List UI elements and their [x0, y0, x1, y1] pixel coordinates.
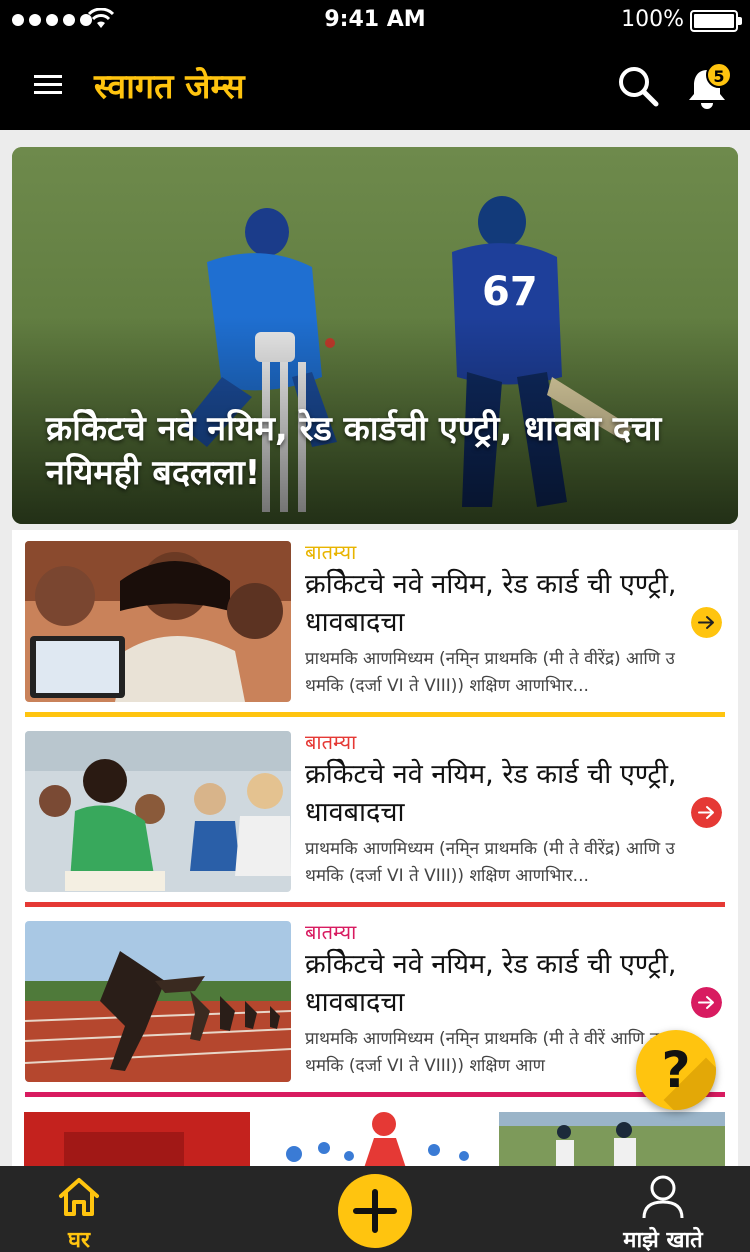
card-divider: [25, 712, 725, 717]
next-articles-preview[interactable]: [24, 1112, 725, 1168]
article-category: बातम्या: [305, 730, 357, 754]
battery-percent: 100%: [621, 7, 684, 32]
home-icon: [59, 1178, 99, 1216]
arrow-right-icon[interactable]: [691, 987, 722, 1018]
article-thumbnail: [25, 731, 291, 892]
arrow-right-icon[interactable]: [691, 607, 722, 638]
tab-account[interactable]: माझे खाते: [598, 1172, 728, 1252]
card-divider: [25, 902, 725, 907]
article-description: प्राथमकि आणमिध्यम (नमि्न प्राथमकि (मी ते…: [305, 1029, 660, 1076]
app-header: स्वागत जेम्स 5: [0, 42, 750, 130]
card-divider: [25, 1092, 725, 1097]
tab-home[interactable]: घर: [44, 1172, 114, 1252]
status-bar: 9:41 AM 100%: [0, 0, 750, 42]
bottom-tab-bar: घर माझे खाते: [0, 1166, 750, 1252]
tab-home-label: घर: [67, 1228, 90, 1252]
plus-icon: [353, 1189, 397, 1233]
list-item[interactable]: बातम्या क्रकिेटचे नवे नयिम, रेड कार्ड ची…: [12, 530, 738, 720]
battery-icon: [690, 10, 738, 32]
search-icon[interactable]: [616, 64, 660, 108]
article-headline: क्रकिेटचे नवे नयिम, रेड कार्ड ची एण्ट्री…: [305, 569, 677, 638]
hero-card[interactable]: 67 क्रकिेटचे नवे नयिम, रेड कार्डची एण्ट्…: [12, 147, 738, 524]
list-item[interactable]: बातम्या क्रकिेटचे नवे नयिम, रेड कार्ड ची…: [12, 720, 738, 910]
help-button[interactable]: ?: [636, 1030, 716, 1110]
hero-headline: क्रकिेटचे नवे नयिम, रेड कार्डची एण्ट्री,…: [46, 409, 662, 493]
article-category: बातम्या: [305, 540, 357, 564]
notification-badge: 5: [706, 62, 732, 88]
article-description: प्राथमकि आणमिध्यम (नमि्न प्राथमकि (मी ते…: [305, 839, 675, 886]
article-headline: क्रकिेटचे नवे नयिम, रेड कार्ड ची एण्ट्री…: [305, 759, 677, 828]
list-item[interactable]: बातम्या क्रकिेटचे नवे नयिम, रेड कार्ड ची…: [12, 910, 738, 1100]
arrow-right-icon[interactable]: [691, 797, 722, 828]
page-title: स्वागत जेम्स: [94, 67, 245, 107]
article-description: प्राथमकि आणमिध्यम (नमि्न प्राथमकि (मी ते…: [305, 649, 675, 696]
help-icon: ?: [661, 1041, 691, 1099]
article-thumbnail: [25, 541, 291, 702]
article-list: बातम्या क्रकिेटचे नवे नयिम, रेड कार्ड ची…: [12, 530, 738, 1170]
user-icon: [642, 1175, 684, 1219]
menu-icon[interactable]: [34, 75, 62, 95]
article-thumbnail: [25, 921, 291, 1082]
tab-account-label: माझे खाते: [623, 1228, 703, 1252]
add-button[interactable]: [338, 1174, 412, 1248]
article-category: बातम्या: [305, 920, 357, 944]
article-headline: क्रकिेटचे नवे नयिम, रेड कार्ड ची एण्ट्री…: [305, 949, 677, 1018]
